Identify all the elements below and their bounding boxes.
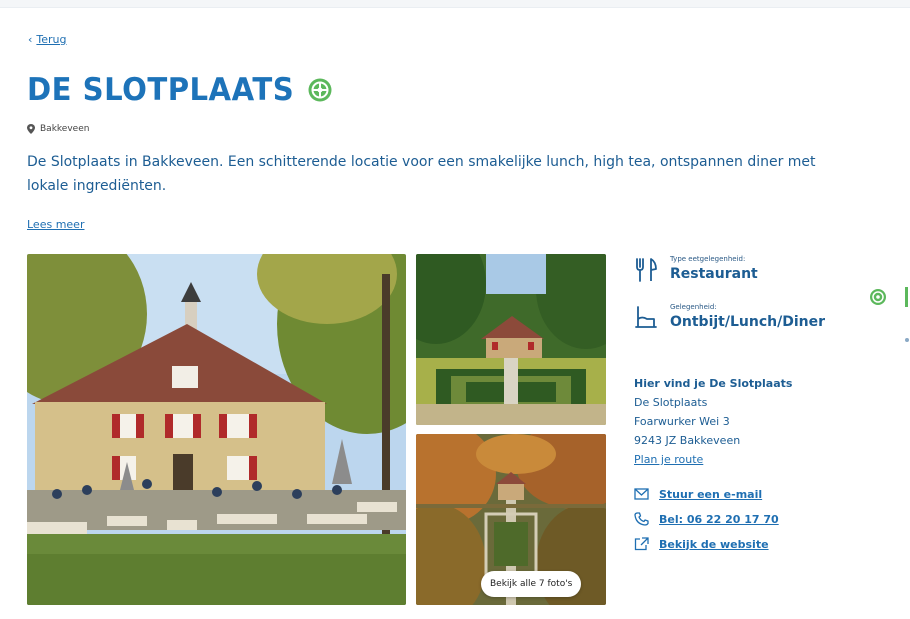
external-link-icon <box>634 537 649 551</box>
main-photo[interactable] <box>27 254 406 605</box>
occasion: Gelegenheid: Ontbijt/Lunch/Diner <box>634 303 825 331</box>
address-heading: Hier vind je De Slotplaats <box>634 377 793 390</box>
address-name: De Slotplaats <box>634 396 708 409</box>
type-label: Type eetgelegenheid: <box>670 255 746 263</box>
website-label: Bekijk de website <box>659 537 769 551</box>
garden-photo[interactable] <box>416 254 606 425</box>
view-all-photos-button[interactable]: Bekijk alle 7 foto's <box>481 571 582 597</box>
intro-text: De Slotplaats in Bakkeveen. Een schitter… <box>27 154 816 194</box>
fork-knife-icon <box>636 258 657 282</box>
top-edge <box>0 0 910 8</box>
side-panel-dot <box>905 338 909 342</box>
mail-icon <box>634 488 649 500</box>
sustainability-badge-icon <box>870 289 886 305</box>
sustainability-badge-icon <box>308 78 332 102</box>
location-text: Bakkeveen <box>40 124 90 134</box>
restaurant-type: Type eetgelegenheid: Restaurant <box>634 255 758 283</box>
page-title: DE SLOTPLAATS <box>27 72 295 108</box>
phone-icon <box>634 512 649 526</box>
back-link[interactable]: ‹ Terug <box>28 33 67 46</box>
location: Bakkeveen <box>27 124 89 134</box>
phone-link[interactable]: Bel: 06 22 20 17 70 <box>634 512 779 526</box>
title-row: DE SLOTPLAATS <box>27 71 333 109</box>
address-street: Foarwurker Wei 3 <box>634 415 730 428</box>
email-link[interactable]: Stuur een e-mail <box>634 487 762 501</box>
email-label: Stuur een e-mail <box>659 487 763 501</box>
phone-label: Bel: 06 22 20 17 70 <box>659 512 779 526</box>
occasion-label: Gelegenheid: <box>670 303 717 311</box>
occasion-value: Ontbijt/Lunch/Diner <box>670 314 826 330</box>
address-postal-city: 9243 JZ Bakkeveen <box>634 434 741 447</box>
chair-icon <box>635 306 657 328</box>
address-block: Hier vind je De Slotplaats De Slotplaats… <box>634 374 792 469</box>
back-label: Terug <box>36 33 67 46</box>
chevron-left-icon: ‹ <box>28 33 33 46</box>
side-panel-edge <box>905 287 908 307</box>
read-more-link[interactable]: Lees meer <box>27 218 84 231</box>
map-pin-icon <box>27 124 35 134</box>
type-value: Restaurant <box>670 266 758 282</box>
website-link[interactable]: Bekijk de website <box>634 537 769 551</box>
route-link[interactable]: Plan je route <box>634 450 792 469</box>
